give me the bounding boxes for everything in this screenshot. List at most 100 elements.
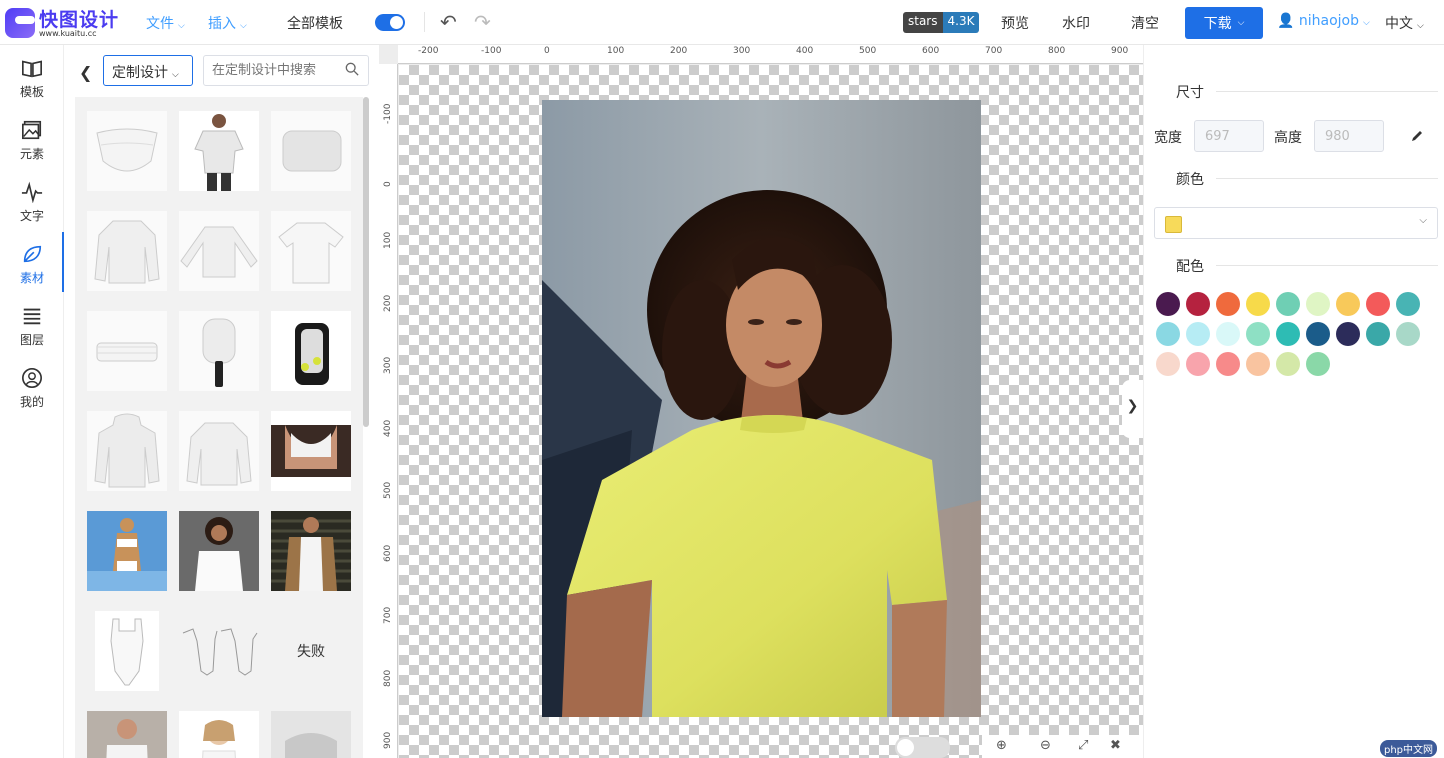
file-menu[interactable]: 文件 ⌵ [146,13,185,33]
fit-screen-icon[interactable]: ⤢ [1078,738,1088,753]
palette-swatch[interactable] [1246,352,1270,376]
snap-toggle[interactable] [375,14,405,31]
palette-swatch[interactable] [1396,292,1420,316]
material-thumb[interactable] [87,311,167,391]
nav-item-layers[interactable]: 图层 [0,295,64,351]
material-thumb[interactable] [87,711,167,758]
collapse-right-icon[interactable]: ❯ [1122,380,1143,438]
panel-scrollbar[interactable] [363,97,369,427]
palette-swatch[interactable] [1216,352,1240,376]
chevron-down-icon: ⌵ [178,21,185,31]
palette-swatch[interactable] [1306,292,1330,316]
material-thumb[interactable] [179,611,259,691]
palette-swatch[interactable] [1246,292,1270,316]
category-label: 定制设计 [112,65,168,81]
language-select[interactable]: 中文 ⌵ [1385,13,1424,33]
material-thumb[interactable] [271,411,351,491]
height-input[interactable]: 980 [1314,120,1384,152]
sports-bra-image [271,425,351,477]
edit-pencil-icon[interactable] [1410,129,1424,143]
section-divider [1216,178,1438,179]
material-thumb[interactable] [87,211,167,291]
redo-icon[interactable]: ↷ [474,10,491,34]
palette-swatch[interactable] [1306,322,1330,346]
category-select[interactable]: 定制设计 ⌵ [103,55,193,86]
palette-swatch[interactable] [1366,322,1390,346]
paddle-image [202,318,236,387]
palette-swatch[interactable] [1336,292,1360,316]
nav-item-mine[interactable]: 我的 [0,357,64,413]
back-chevron-icon[interactable]: ❮ [79,63,92,82]
ruler-tick-label: 600 [383,544,393,562]
nav-item-elements[interactable]: 元素 [0,109,64,165]
actual-size-icon[interactable]: ✖ [1110,738,1121,753]
palette-swatch[interactable] [1366,292,1390,316]
palette-swatch[interactable] [1186,322,1210,346]
material-thumb[interactable] [271,211,351,291]
palette-swatch[interactable] [1186,352,1210,376]
width-input[interactable]: 697 [1194,120,1264,152]
search-icon[interactable] [345,62,359,76]
section-divider [1216,91,1438,92]
watermark-button[interactable]: 水印 [1062,13,1090,33]
palette-swatch[interactable] [1156,322,1180,346]
ruler-tick-label: 0 [383,180,393,187]
tank-model-image [87,711,167,758]
palette-swatch[interactable] [1216,322,1240,346]
material-thumb[interactable] [179,411,259,491]
ruler-toggle[interactable] [895,737,950,758]
palette-swatch[interactable] [1276,352,1300,376]
material-thumb[interactable] [271,511,351,591]
material-thumb[interactable] [87,411,167,491]
face-mask-image [96,128,158,172]
design-photo[interactable] [542,100,981,717]
material-thumb[interactable] [87,511,167,591]
nav-label: 图层 [19,333,44,347]
material-thumb[interactable] [179,111,259,191]
material-thumb[interactable] [95,611,159,691]
preview-button[interactable]: 预览 [1001,13,1029,33]
nav-active-indicator [62,232,64,292]
material-thumb-failed[interactable]: 失败 [271,611,351,691]
clear-button[interactable]: 清空 [1131,13,1159,33]
palette-swatch[interactable] [1246,322,1270,346]
material-thumb[interactable] [179,711,259,758]
ruler-tick-label: 900 [383,731,393,749]
material-thumb[interactable] [271,311,351,391]
undo-icon[interactable]: ↶ [440,10,457,34]
user-menu[interactable]: 👤 nihaojob ⌵ [1277,13,1370,29]
palette-section-title: 配色 [1176,259,1204,275]
material-thumb[interactable] [271,711,351,758]
chevron-down-icon: ⌵ [1417,21,1424,31]
paddle-bag-image [295,323,329,385]
material-thumb[interactable] [271,111,351,191]
palette-swatch[interactable] [1186,292,1210,316]
all-templates-button[interactable]: 全部模板 [287,13,343,33]
palette-swatch[interactable] [1156,352,1180,376]
ruler-tick-label: 400 [383,419,393,437]
size-section-title: 尺寸 [1176,85,1204,101]
github-stars-badge[interactable]: stars 4.3K [903,12,980,33]
palette-swatch[interactable] [1276,292,1300,316]
color-section-title: 颜色 [1176,172,1204,188]
zoom-in-icon[interactable]: ⊕ [996,738,1007,753]
palette-swatch[interactable] [1336,322,1360,346]
color-picker[interactable]: ⌵ [1154,207,1438,239]
zoom-out-icon[interactable]: ⊖ [1040,738,1051,753]
palette-swatch[interactable] [1216,292,1240,316]
material-thumb[interactable] [87,111,167,191]
nav-item-templates[interactable]: 模板 [0,47,64,103]
download-button[interactable]: 下载 ⌵ [1185,7,1263,39]
material-thumb[interactable] [179,311,259,391]
insert-menu[interactable]: 插入 ⌵ [208,13,247,33]
left-nav: 模板 元素 文字 素材 图层 我的 [0,45,64,758]
palette-swatch[interactable] [1276,322,1300,346]
palette-swatch[interactable] [1396,322,1420,346]
nav-item-materials[interactable]: 素材 [0,233,64,289]
material-thumb[interactable] [179,211,259,291]
app-logo[interactable]: 快图设计 www.kuaitu.cc [5,5,125,41]
material-thumb[interactable] [179,511,259,591]
palette-swatch[interactable] [1306,352,1330,376]
nav-item-text[interactable]: 文字 [0,171,64,227]
palette-swatch[interactable] [1156,292,1180,316]
